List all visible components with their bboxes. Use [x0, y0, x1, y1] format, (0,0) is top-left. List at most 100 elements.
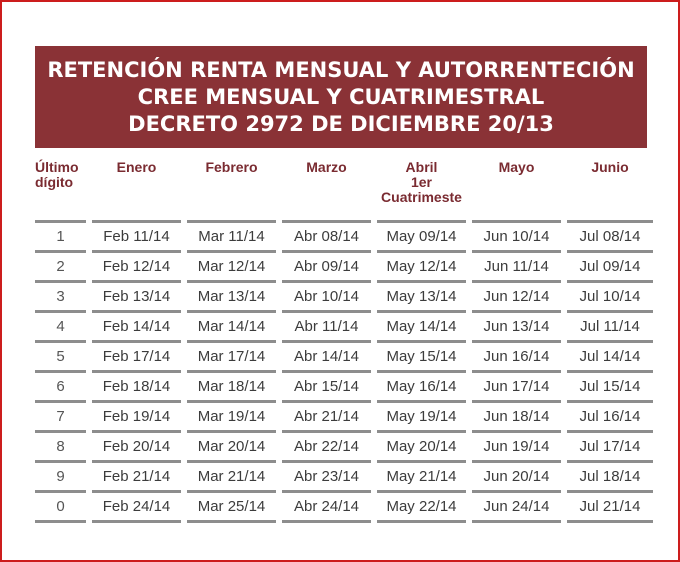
cell-febrero: Mar 18/14 [187, 373, 276, 403]
header-mayo: Mayo [472, 160, 561, 223]
table-row: 8 Feb 20/14 Mar 20/14 Abr 22/14 May 20/1… [35, 433, 653, 463]
header-abril-line2: 1er [410, 174, 433, 190]
cell-junio: Jul 17/14 [567, 433, 653, 463]
cell-abril: May 16/14 [377, 373, 466, 403]
header-marzo: Marzo [282, 160, 371, 223]
header-enero: Enero [92, 160, 181, 223]
cell-marzo: Abr 14/14 [282, 343, 371, 373]
cell-abril: May 22/14 [377, 493, 466, 523]
cell-marzo: Abr 10/14 [282, 283, 371, 313]
header-last-digit: Último dígito [35, 160, 86, 223]
cell-marzo: Abr 15/14 [282, 373, 371, 403]
cell-enero: Feb 18/14 [92, 373, 181, 403]
cell-digit: 8 [35, 433, 86, 463]
cell-enero: Feb 11/14 [92, 223, 181, 253]
header-abril-line3: Cuatrimeste [381, 189, 462, 205]
header-last-digit-line1: Último [35, 159, 79, 175]
cell-junio: Jul 14/14 [567, 343, 653, 373]
header-febrero: Febrero [187, 160, 276, 223]
table-header: Último dígito Enero Febrero Marzo Abril … [35, 160, 653, 223]
cell-mayo: Jun 18/14 [472, 403, 561, 433]
cell-febrero: Mar 17/14 [187, 343, 276, 373]
cell-abril: May 13/14 [377, 283, 466, 313]
header-junio: Junio [567, 160, 653, 223]
table-row: 9 Feb 21/14 Mar 21/14 Abr 23/14 May 21/1… [35, 463, 653, 493]
cell-junio: Jul 16/14 [567, 403, 653, 433]
cell-enero: Feb 13/14 [92, 283, 181, 313]
cell-febrero: Mar 25/14 [187, 493, 276, 523]
cell-junio: Jul 21/14 [567, 493, 653, 523]
cell-marzo: Abr 08/14 [282, 223, 371, 253]
cell-mayo: Jun 20/14 [472, 463, 561, 493]
title-line-1: RETENCIÓN RENTA MENSUAL Y AUTORRENTECIÓN [47, 57, 635, 82]
table-row: 0 Feb 24/14 Mar 25/14 Abr 24/14 May 22/1… [35, 493, 653, 523]
title-line-2: CREE MENSUAL Y CUATRIMESTRAL [137, 84, 545, 109]
cell-abril: May 09/14 [377, 223, 466, 253]
cell-enero: Feb 19/14 [92, 403, 181, 433]
table-row: 6 Feb 18/14 Mar 18/14 Abr 15/14 May 16/1… [35, 373, 653, 403]
cell-marzo: Abr 22/14 [282, 433, 371, 463]
title-banner: RETENCIÓN RENTA MENSUAL Y AUTORRENTECIÓN… [35, 46, 647, 148]
cell-marzo: Abr 09/14 [282, 253, 371, 283]
cell-junio: Jul 09/14 [567, 253, 653, 283]
header-abril: Abril 1er Cuatrimeste [377, 160, 466, 223]
header-last-digit-line2: dígito [35, 174, 74, 190]
cell-digit: 2 [35, 253, 86, 283]
cell-abril: May 12/14 [377, 253, 466, 283]
cell-digit: 7 [35, 403, 86, 433]
cell-febrero: Mar 13/14 [187, 283, 276, 313]
header-abril-line1: Abril [405, 159, 438, 175]
table-row: 1 Feb 11/14 Mar 11/14 Abr 08/14 May 09/1… [35, 223, 653, 253]
cell-abril: May 21/14 [377, 463, 466, 493]
cell-abril: May 19/14 [377, 403, 466, 433]
cell-mayo: Jun 13/14 [472, 313, 561, 343]
cell-digit: 1 [35, 223, 86, 253]
cell-mayo: Jun 17/14 [472, 373, 561, 403]
cell-mayo: Jun 19/14 [472, 433, 561, 463]
table-row: 3 Feb 13/14 Mar 13/14 Abr 10/14 May 13/1… [35, 283, 653, 313]
table-row: 4 Feb 14/14 Mar 14/14 Abr 11/14 May 14/1… [35, 313, 653, 343]
cell-mayo: Jun 11/14 [472, 253, 561, 283]
table-row: 5 Feb 17/14 Mar 17/14 Abr 14/14 May 15/1… [35, 343, 653, 373]
cell-febrero: Mar 19/14 [187, 403, 276, 433]
cell-junio: Jul 15/14 [567, 373, 653, 403]
header-row: Último dígito Enero Febrero Marzo Abril … [35, 160, 653, 223]
cell-junio: Jul 10/14 [567, 283, 653, 313]
cell-digit: 9 [35, 463, 86, 493]
table-row: 7 Feb 19/14 Mar 19/14 Abr 21/14 May 19/1… [35, 403, 653, 433]
cell-enero: Feb 14/14 [92, 313, 181, 343]
cell-marzo: Abr 21/14 [282, 403, 371, 433]
cell-digit: 0 [35, 493, 86, 523]
cell-junio: Jul 08/14 [567, 223, 653, 253]
cell-abril: May 15/14 [377, 343, 466, 373]
cell-febrero: Mar 21/14 [187, 463, 276, 493]
cell-digit: 5 [35, 343, 86, 373]
cell-febrero: Mar 20/14 [187, 433, 276, 463]
cell-marzo: Abr 24/14 [282, 493, 371, 523]
cell-digit: 3 [35, 283, 86, 313]
cell-febrero: Mar 11/14 [187, 223, 276, 253]
cell-enero: Feb 12/14 [92, 253, 181, 283]
table-row: 2 Feb 12/14 Mar 12/14 Abr 09/14 May 12/1… [35, 253, 653, 283]
calendar-table: Último dígito Enero Febrero Marzo Abril … [29, 160, 659, 523]
cell-enero: Feb 24/14 [92, 493, 181, 523]
cell-mayo: Jun 24/14 [472, 493, 561, 523]
cell-junio: Jul 18/14 [567, 463, 653, 493]
table-body: 1 Feb 11/14 Mar 11/14 Abr 08/14 May 09/1… [35, 223, 653, 523]
cell-marzo: Abr 11/14 [282, 313, 371, 343]
cell-mayo: Jun 12/14 [472, 283, 561, 313]
cell-mayo: Jun 16/14 [472, 343, 561, 373]
cell-junio: Jul 11/14 [567, 313, 653, 343]
cell-enero: Feb 20/14 [92, 433, 181, 463]
cell-marzo: Abr 23/14 [282, 463, 371, 493]
page-frame: RETENCIÓN RENTA MENSUAL Y AUTORRENTECIÓN… [0, 0, 680, 562]
cell-enero: Feb 21/14 [92, 463, 181, 493]
cell-abril: May 14/14 [377, 313, 466, 343]
cell-enero: Feb 17/14 [92, 343, 181, 373]
cell-digit: 6 [35, 373, 86, 403]
cell-febrero: Mar 14/14 [187, 313, 276, 343]
cell-digit: 4 [35, 313, 86, 343]
cell-abril: May 20/14 [377, 433, 466, 463]
cell-febrero: Mar 12/14 [187, 253, 276, 283]
title-line-3: DECRETO 2972 DE DICIEMBRE 20/13 [128, 111, 554, 136]
